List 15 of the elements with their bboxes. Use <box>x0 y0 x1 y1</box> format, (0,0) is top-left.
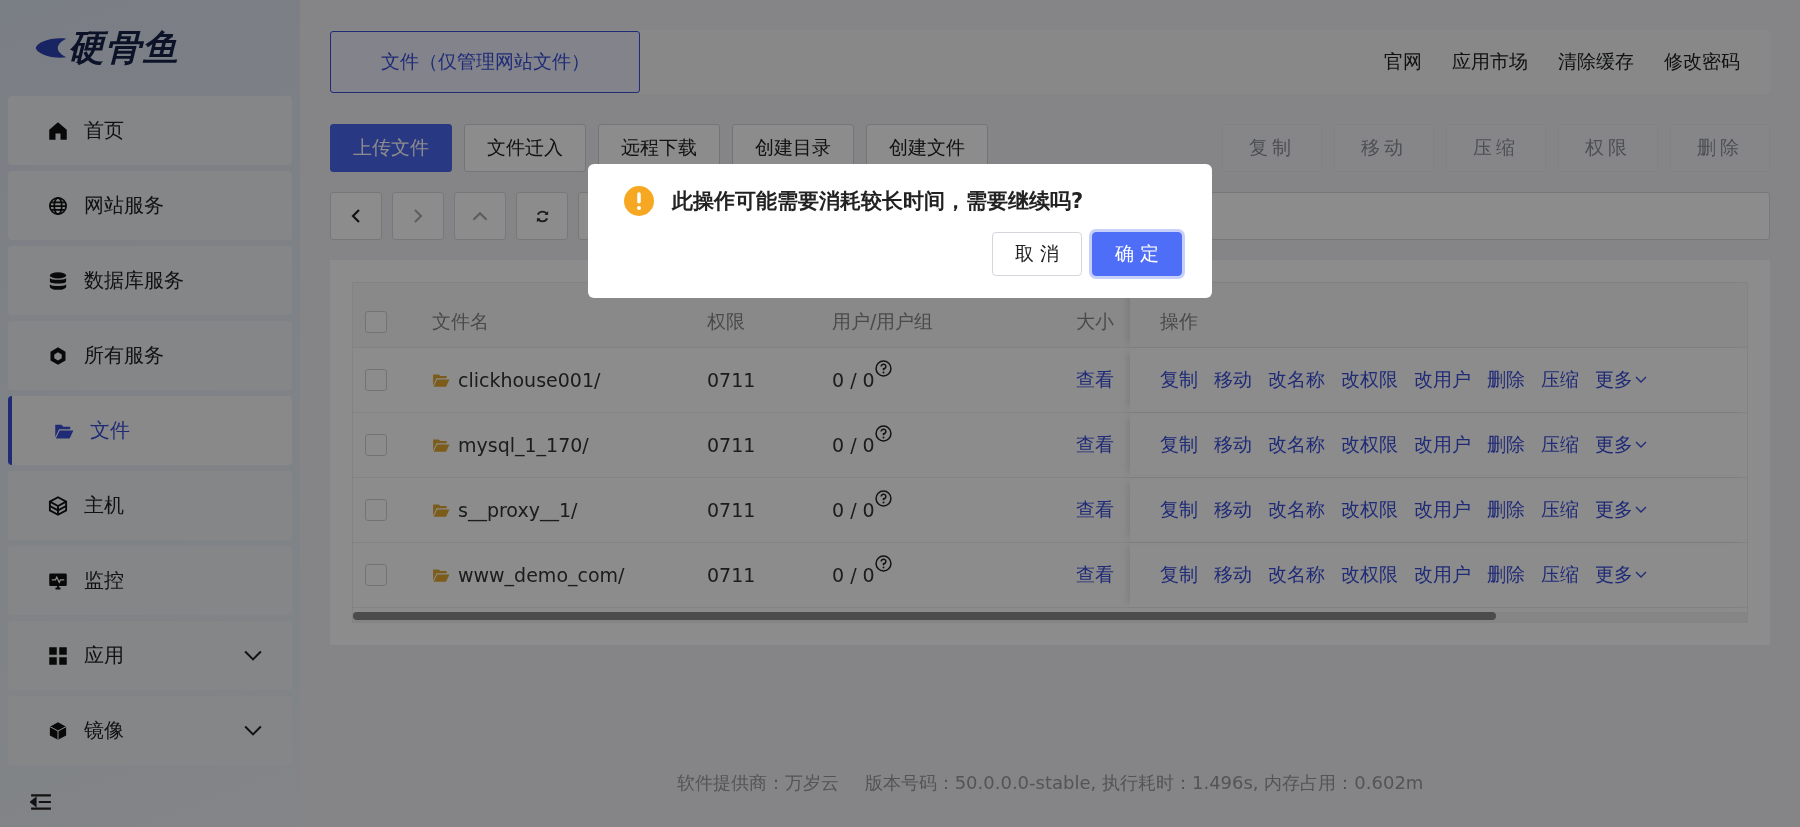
table-cell: 0 / 0 <box>832 369 875 391</box>
table-cell: 0 / 0 <box>832 499 875 521</box>
column-header: 用户/用户组 <box>831 309 935 334</box>
column-header: 文件名 <box>431 309 490 334</box>
column-header: 操作 <box>1130 283 1747 347</box>
table-cell: 0 / 0 <box>832 434 875 456</box>
logo: 硬骨鱼 <box>8 0 292 96</box>
column-header: 权限 <box>706 309 746 334</box>
table-cell: 0711 <box>707 564 756 586</box>
column-header: 大小 <box>1075 309 1115 334</box>
dialog-message: 此操作可能需要消耗较长时间，需要继续吗? <box>672 188 1084 215</box>
table-cell: 0711 <box>707 499 756 521</box>
table-cell: 0711 <box>707 434 756 456</box>
table-cell: 0711 <box>707 369 756 391</box>
table-cell: 0 / 0 <box>832 564 875 586</box>
